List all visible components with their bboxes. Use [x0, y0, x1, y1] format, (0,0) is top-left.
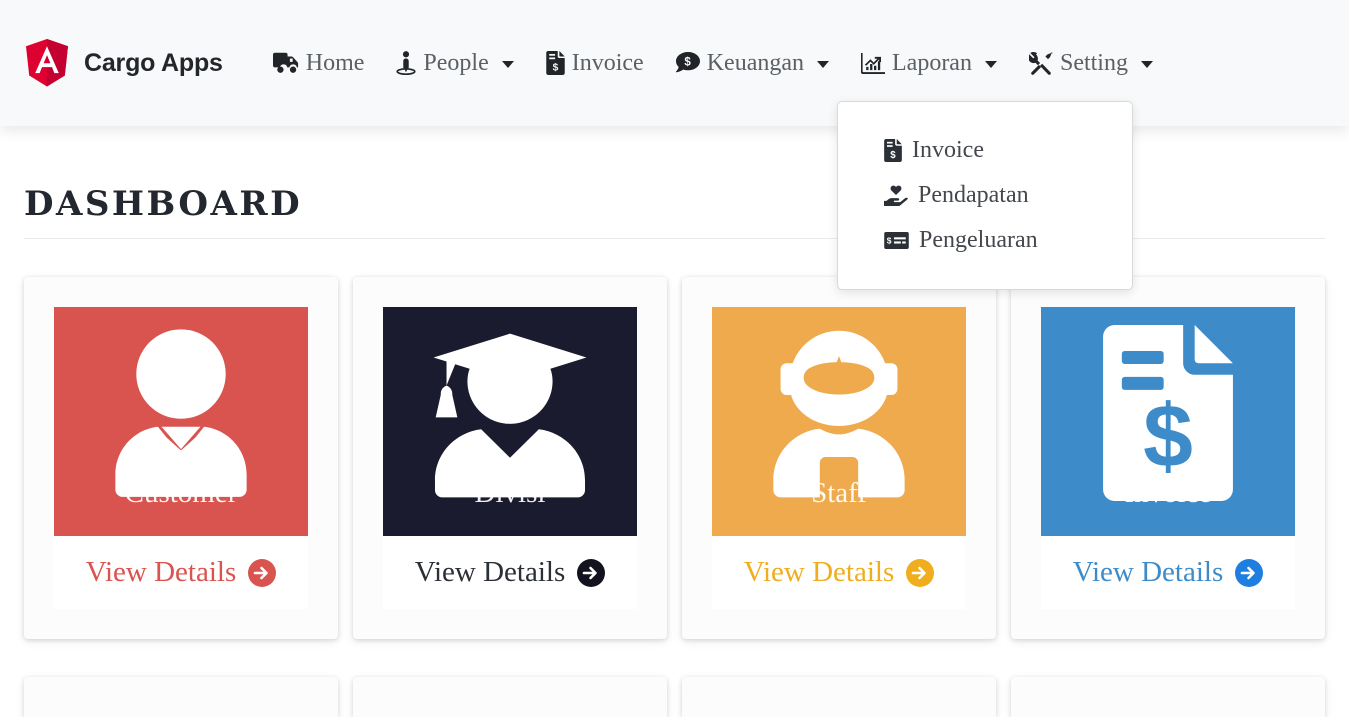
- arrow-circle-right-icon: [577, 558, 606, 587]
- view-details-label: View Details: [85, 556, 237, 588]
- file-invoice-dollar-icon: $: [1102, 325, 1234, 501]
- laporan-dropdown-menu: $ Invoice Pendapatan $ Pengeluaran: [837, 101, 1133, 290]
- chevron-down-icon: [984, 61, 997, 68]
- nav-link-home[interactable]: Home: [257, 43, 381, 83]
- dashboard-card-customer[interactable]: Customer View Details: [24, 277, 338, 639]
- dropdown-item-invoice[interactable]: $ Invoice: [838, 128, 1132, 173]
- arrow-circle-right-icon: [248, 558, 277, 587]
- svg-text:$: $: [552, 63, 558, 74]
- nav-label-keuangan: Keuangan: [706, 50, 804, 76]
- dropdown-item-pengeluaran[interactable]: $ Pengeluaran: [838, 218, 1132, 263]
- nav-label-setting: Setting: [1059, 50, 1128, 76]
- file-invoice-dollar-icon: $: [546, 51, 565, 75]
- truck-icon: [272, 52, 299, 74]
- dashboard-card-row: Customer View Details Divisi View Detail…: [24, 277, 1325, 639]
- nav-item-home: Home: [257, 43, 381, 83]
- nav-link-people[interactable]: People: [380, 43, 529, 83]
- nav-item-invoice: $ Invoice: [530, 43, 660, 83]
- dashboard-card-stub[interactable]: [353, 677, 667, 717]
- dashboard-card-stub[interactable]: [1011, 677, 1325, 717]
- dashboard-card-row-next: [24, 677, 1325, 717]
- nav-label-people: People: [423, 50, 489, 76]
- user-tie-icon: [94, 325, 268, 501]
- arrow-circle-right-icon: [1235, 558, 1264, 587]
- view-details-link-customer[interactable]: View Details: [85, 556, 277, 588]
- arrow-circle-right-icon: [906, 558, 935, 587]
- chevron-down-icon: [1140, 61, 1153, 68]
- view-details-label: View Details: [1072, 556, 1224, 588]
- brand-title: Cargo Apps: [84, 48, 223, 77]
- nav-link-setting[interactable]: Setting: [1013, 43, 1169, 83]
- chevron-down-icon: [501, 61, 514, 68]
- card-label-customer: Customer: [124, 477, 238, 509]
- money-check-icon: $: [884, 232, 909, 249]
- dropdown-label-pendapatan: Pendapatan: [918, 182, 1029, 208]
- dashboard-card-invoice[interactable]: $ Invoice View Details: [1011, 277, 1325, 639]
- card-banner-customer: Customer: [54, 307, 308, 536]
- card-footer-invoice: View Details: [1041, 536, 1295, 609]
- user-astronaut-icon: [752, 325, 926, 501]
- nav-link-keuangan[interactable]: $ Keuangan: [660, 43, 845, 83]
- chart-line-icon: [861, 52, 885, 74]
- dropdown-label-pengeluaran: Pengeluaran: [919, 227, 1038, 253]
- svg-text:$: $: [887, 236, 892, 246]
- top-navbar: Cargo Apps Home People $ Invoice $ Keuan…: [0, 0, 1349, 290]
- nav-item-people: People: [380, 43, 529, 83]
- svg-text:$: $: [684, 56, 691, 68]
- card-label-invoice: Invoice: [1124, 477, 1212, 509]
- card-footer-divisi: View Details: [383, 536, 637, 609]
- nav-label-home: Home: [305, 50, 365, 76]
- nav-label-invoice: Invoice: [571, 50, 644, 76]
- dropdown-item-pendapatan[interactable]: Pendapatan: [838, 173, 1132, 218]
- comment-dollar-icon: $: [675, 51, 700, 75]
- dashboard-card-divisi[interactable]: Divisi View Details: [353, 277, 667, 639]
- card-banner-invoice: $ Invoice: [1041, 307, 1295, 536]
- card-banner-divisi: Divisi: [383, 307, 637, 536]
- view-details-label: View Details: [414, 556, 566, 588]
- chevron-down-icon: [817, 61, 829, 68]
- view-details-link-divisi[interactable]: View Details: [414, 556, 606, 588]
- navbar-menu: Home People $ Invoice $ Keuangan Laporan…: [257, 43, 1169, 290]
- file-invoice-dollar-icon: $: [884, 139, 902, 162]
- dropdown-label-invoice: Invoice: [912, 137, 984, 163]
- view-details-link-staff[interactable]: View Details: [743, 556, 935, 588]
- nav-link-laporan[interactable]: Laporan: [845, 43, 1013, 83]
- brand-link[interactable]: Cargo Apps: [24, 38, 223, 88]
- svg-text:$: $: [1143, 385, 1193, 485]
- dashboard-card-stub[interactable]: [24, 677, 338, 717]
- page-content: Dashboard Customer View Details: [0, 126, 1349, 717]
- view-details-link-invoice[interactable]: View Details: [1072, 556, 1264, 588]
- card-banner-staff: Staff: [712, 307, 966, 536]
- tools-icon: [1028, 51, 1053, 75]
- dashboard-card-stub[interactable]: [682, 677, 996, 717]
- view-details-label: View Details: [743, 556, 895, 588]
- nav-item-setting: Setting: [1013, 43, 1169, 83]
- card-footer-staff: View Details: [712, 536, 966, 609]
- card-label-staff: Staff: [811, 477, 867, 509]
- nav-item-laporan: Laporan $ Invoice Pendapatan $ Pengeluar…: [837, 43, 1133, 290]
- nav-link-invoice[interactable]: $ Invoice: [530, 43, 660, 83]
- nav-item-keuangan: $ Keuangan: [660, 43, 845, 83]
- card-label-divisi: Divisi: [474, 477, 546, 509]
- street-view-icon: [396, 51, 416, 75]
- angular-shield-logo-icon: [24, 38, 70, 88]
- nav-label-laporan: Laporan: [892, 50, 972, 76]
- svg-text:$: $: [890, 150, 896, 161]
- hand-holding-heart-icon: [884, 185, 908, 206]
- dashboard-card-staff[interactable]: Staff View Details: [682, 277, 996, 639]
- user-graduate-icon: [423, 325, 597, 501]
- card-footer-customer: View Details: [54, 536, 308, 609]
